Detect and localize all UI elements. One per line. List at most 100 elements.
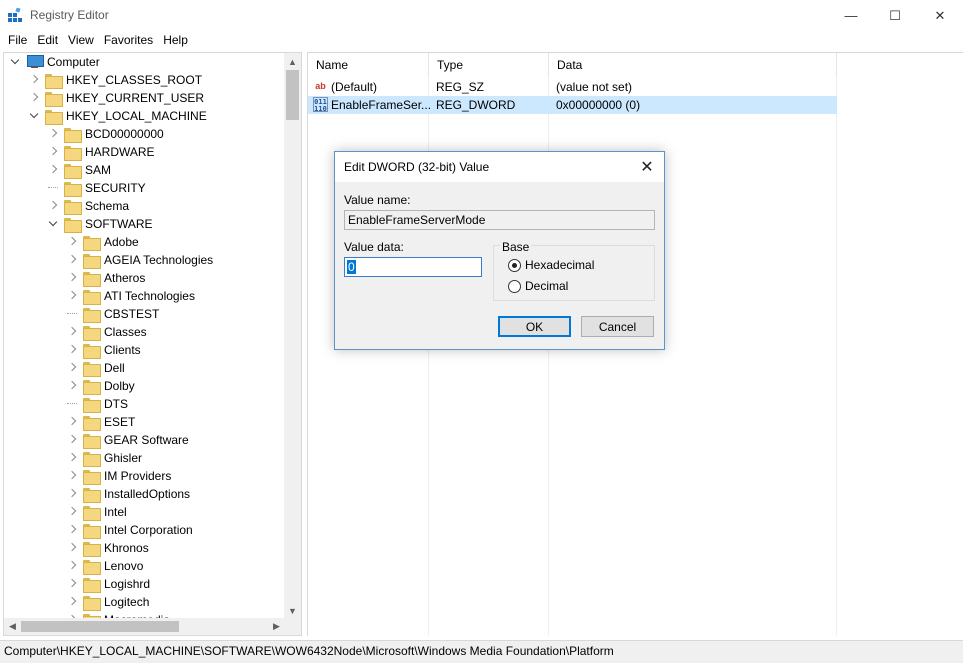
- tree-item[interactable]: SAM: [48, 161, 111, 179]
- tree-item[interactable]: InstalledOptions: [67, 485, 190, 503]
- maximize-icon: ☐: [889, 7, 901, 23]
- tree-item[interactable]: Schema: [48, 197, 129, 215]
- radio-decimal[interactable]: Decimal: [508, 279, 568, 293]
- folder-icon: [45, 91, 63, 107]
- folder-icon: [83, 541, 101, 557]
- chevron-right-icon[interactable]: [67, 273, 77, 283]
- chevron-right-icon[interactable]: [67, 417, 77, 427]
- chevron-right-icon[interactable]: [67, 435, 77, 445]
- tree-item[interactable]: Atheros: [67, 269, 145, 287]
- menu-edit[interactable]: Edit: [32, 31, 63, 51]
- chevron-right-icon[interactable]: [67, 579, 77, 589]
- tree-item-label: Atheros: [104, 271, 146, 285]
- chevron-down-icon[interactable]: [48, 219, 58, 229]
- radio-unchecked-icon[interactable]: [508, 279, 521, 293]
- folder-icon: [45, 73, 63, 89]
- tree-item[interactable]: Clients: [67, 341, 141, 359]
- chevron-right-icon[interactable]: [48, 147, 58, 157]
- list-row[interactable]: ab (Default) REG_SZ (value not set): [308, 78, 837, 96]
- close-button[interactable]: ✕: [917, 0, 963, 31]
- registry-tree[interactable]: Computer HKEY_CLASSES_ROOT HKEY_CURRENT_U…: [3, 52, 302, 636]
- tree-item[interactable]: Dell: [67, 359, 125, 377]
- chevron-right-icon[interactable]: [29, 93, 39, 103]
- tree-item[interactable]: AGEIA Technologies: [67, 251, 213, 269]
- tree-item[interactable]: GEAR Software: [67, 431, 189, 449]
- chevron-right-icon[interactable]: [48, 129, 58, 139]
- tree-item-label: SAM: [85, 163, 112, 177]
- folder-icon: [64, 181, 82, 197]
- tree-item[interactable]: DTS: [67, 395, 128, 413]
- chevron-right-icon[interactable]: [67, 489, 77, 499]
- scroll-right-icon[interactable]: ▶: [268, 618, 285, 635]
- menu-view[interactable]: View: [63, 31, 99, 51]
- radio-hexadecimal[interactable]: Hexadecimal: [508, 258, 594, 272]
- tree-item[interactable]: Adobe: [67, 233, 139, 251]
- tree-item[interactable]: IM Providers: [67, 467, 171, 485]
- chevron-down-icon[interactable]: [29, 111, 39, 121]
- radio-checked-icon[interactable]: [508, 258, 521, 272]
- tree-vertical-scrollbar[interactable]: ▲ ▼: [284, 53, 301, 619]
- scroll-left-icon[interactable]: ◀: [4, 618, 21, 635]
- tree-item[interactable]: SECURITY: [48, 179, 146, 197]
- minimize-button[interactable]: —: [828, 0, 874, 31]
- chevron-right-icon[interactable]: [67, 507, 77, 517]
- chevron-right-icon[interactable]: [48, 201, 58, 211]
- tree-item-computer[interactable]: Computer: [10, 53, 100, 71]
- chevron-right-icon[interactable]: [67, 543, 77, 553]
- tree-item[interactable]: ATI Technologies: [67, 287, 195, 305]
- tree-item[interactable]: Lenovo: [67, 557, 143, 575]
- chevron-right-icon[interactable]: [67, 381, 77, 391]
- tree-item[interactable]: SOFTWARE: [48, 215, 153, 233]
- tree-item[interactable]: HKEY_CLASSES_ROOT: [29, 71, 202, 89]
- tree-item[interactable]: HKEY_CURRENT_USER: [29, 89, 204, 107]
- value-data-field[interactable]: 0: [344, 257, 482, 277]
- scroll-up-icon[interactable]: ▲: [284, 53, 301, 70]
- tree-item-label: GEAR Software: [104, 433, 189, 447]
- tree-item[interactable]: Intel: [67, 503, 127, 521]
- chevron-right-icon[interactable]: [67, 291, 77, 301]
- chevron-right-icon[interactable]: [67, 597, 77, 607]
- list-row[interactable]: 011 110 EnableFrameSer... REG_DWORD 0x000…: [308, 96, 837, 114]
- chevron-right-icon[interactable]: [48, 165, 58, 175]
- tree-horizontal-scroll-thumb[interactable]: [21, 621, 179, 632]
- tree-item[interactable]: Ghisler: [67, 449, 142, 467]
- chevron-right-icon[interactable]: [67, 525, 77, 535]
- chevron-right-icon[interactable]: [67, 255, 77, 265]
- chevron-right-icon[interactable]: [67, 327, 77, 337]
- tree-item[interactable]: BCD00000000: [48, 125, 164, 143]
- tree-item[interactable]: ESET: [67, 413, 135, 431]
- menu-help[interactable]: Help: [158, 31, 193, 51]
- cancel-button[interactable]: Cancel: [581, 316, 654, 337]
- tree-item[interactable]: HARDWARE: [48, 143, 155, 161]
- column-header-data[interactable]: Data: [549, 53, 837, 76]
- tree-item[interactable]: HKEY_LOCAL_MACHINE: [29, 107, 207, 125]
- scroll-down-icon[interactable]: ▼: [284, 602, 301, 619]
- tree-item-label: Intel Corporation: [104, 523, 193, 537]
- menu-favorites[interactable]: Favorites: [99, 31, 158, 51]
- chevron-right-icon[interactable]: [67, 561, 77, 571]
- tree-horizontal-scrollbar[interactable]: ◀ ▶: [4, 618, 285, 635]
- chevron-right-icon[interactable]: [67, 363, 77, 373]
- dialog-close-button[interactable]: ✕: [636, 156, 658, 178]
- tree-item[interactable]: Classes: [67, 323, 147, 341]
- tree-vertical-scroll-thumb[interactable]: [286, 70, 299, 120]
- tree-item[interactable]: Khronos: [67, 539, 149, 557]
- tree-item[interactable]: CBSTEST: [67, 305, 159, 323]
- column-header-name[interactable]: Name: [308, 53, 429, 76]
- tree-item[interactable]: Dolby: [67, 377, 135, 395]
- chevron-right-icon[interactable]: [67, 237, 77, 247]
- chevron-right-icon[interactable]: [67, 453, 77, 463]
- chevron-down-icon[interactable]: [10, 57, 20, 67]
- chevron-right-icon[interactable]: [67, 345, 77, 355]
- chevron-right-icon[interactable]: [29, 75, 39, 85]
- menu-file[interactable]: File: [3, 31, 32, 51]
- ok-button[interactable]: OK: [498, 316, 571, 337]
- maximize-button[interactable]: ☐: [872, 0, 918, 31]
- column-header-type[interactable]: Type: [429, 53, 549, 76]
- tree-item[interactable]: Logitech: [67, 593, 149, 611]
- chevron-right-icon[interactable]: [67, 471, 77, 481]
- folder-icon: [83, 559, 101, 575]
- folder-icon: [83, 271, 101, 287]
- tree-item[interactable]: Intel Corporation: [67, 521, 193, 539]
- tree-item[interactable]: Logishrd: [67, 575, 150, 593]
